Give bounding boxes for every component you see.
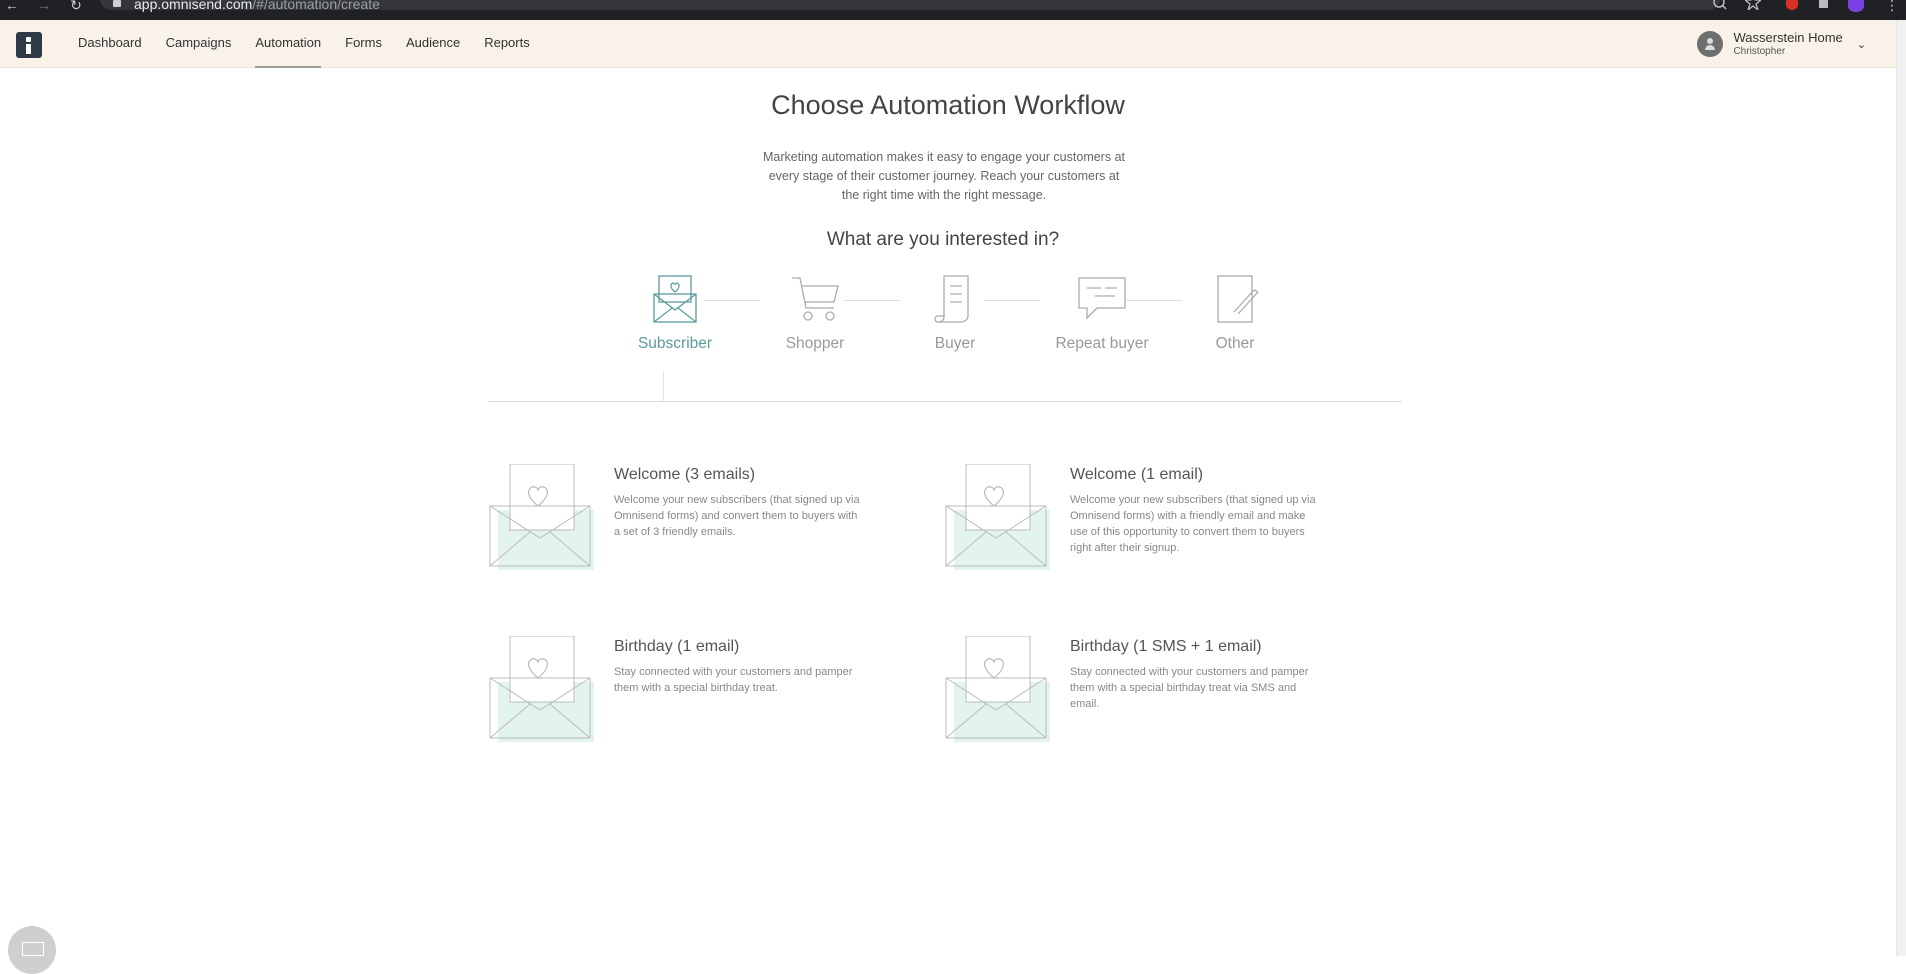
active-step-marker — [663, 372, 664, 401]
step-connector — [704, 300, 760, 301]
step-other[interactable]: Other — [1180, 272, 1290, 353]
note-pencil-icon — [1217, 275, 1259, 323]
cart-icon — [792, 277, 839, 321]
nav-forms[interactable]: Forms — [333, 20, 394, 68]
step-buyer[interactable]: Buyer — [900, 272, 1010, 353]
lock-icon — [113, 0, 121, 7]
avatar — [1697, 31, 1724, 57]
forward-icon[interactable]: → — [36, 0, 52, 14]
step-label: Other — [1215, 335, 1255, 352]
interest-question: What are you interested in? — [826, 229, 1060, 250]
step-label: Repeat buyer — [1055, 335, 1149, 352]
nav-reports[interactable]: Reports — [472, 20, 542, 68]
user-subname: Christopher — [1733, 45, 1786, 57]
workflow-title: Welcome (1 email) — [1070, 466, 1204, 483]
step-repeat-buyer[interactable]: Repeat buyer — [1040, 272, 1164, 353]
page-scrollbar[interactable] — [1896, 20, 1906, 956]
back-icon[interactable]: ← — [4, 0, 20, 14]
search-icon[interactable] — [1712, 0, 1728, 10]
envelope-heart-icon — [945, 636, 1050, 742]
receipt-icon — [934, 275, 969, 323]
workflow-title: Birthday (1 SMS + 1 email) — [1070, 638, 1262, 655]
step-connector — [844, 300, 900, 301]
workflow-description: Stay connected with your customers and p… — [614, 666, 853, 694]
main-nav: Dashboard Campaigns Automation Forms Aud… — [66, 20, 542, 68]
nav-automation[interactable]: Automation — [243, 20, 333, 68]
envelope-heart-icon — [653, 275, 697, 323]
envelope-heart-icon — [945, 464, 1050, 570]
chevron-down-icon: ⌄ — [1856, 38, 1866, 51]
workflow-description: Welcome your new subscribers (that signe… — [614, 494, 860, 538]
chat-icon — [1078, 277, 1126, 320]
step-label: Shopper — [785, 335, 845, 352]
step-connector — [1126, 300, 1182, 301]
workflow-description: Stay connected with your customers and p… — [1070, 666, 1309, 710]
nav-audience[interactable]: Audience — [394, 20, 472, 68]
star-icon[interactable] — [1745, 0, 1761, 10]
step-label: Buyer — [934, 335, 976, 352]
envelope-heart-icon — [489, 464, 594, 570]
extension-icon[interactable] — [1786, 0, 1798, 10]
support-chat-button[interactable] — [8, 926, 56, 974]
puzzle-icon[interactable] — [1816, 0, 1832, 10]
browser-toolbar: ← → ↻ app.omnisend.com/#/automation/crea… — [0, 0, 1906, 20]
section-divider — [488, 401, 1402, 402]
workflow-title: Birthday (1 email) — [614, 638, 740, 655]
nav-campaigns[interactable]: Campaigns — [154, 20, 244, 68]
workflow-card-welcome-3[interactable]: Welcome (3 emails) Welcome your new subs… — [488, 464, 908, 574]
envelope-heart-icon — [489, 636, 594, 742]
user-name: Wasserstein Home — [1733, 30, 1843, 46]
profile-icon[interactable] — [1848, 0, 1864, 12]
workflow-card-welcome-1[interactable]: Welcome (1 email) Welcome your new subsc… — [944, 464, 1364, 574]
step-label: Subscriber — [637, 335, 713, 352]
omnisend-logo[interactable] — [16, 32, 42, 58]
page-intro: Marketing automation makes it easy to en… — [763, 150, 1125, 202]
mail-icon — [22, 942, 44, 956]
workflow-title: Welcome (3 emails) — [614, 466, 756, 483]
user-menu[interactable]: Wasserstein Home Christopher ⌄ — [1697, 28, 1866, 60]
url-text[interactable]: app.omnisend.com/#/automation/create — [134, 0, 380, 12]
nav-dashboard[interactable]: Dashboard — [66, 20, 154, 68]
step-subscriber[interactable]: Subscriber — [620, 272, 730, 353]
interest-selector: Subscriber Shopper Buyer Repeat buyer Ot… — [620, 272, 1280, 352]
app-header: Dashboard Campaigns Automation Forms Aud… — [0, 20, 1896, 68]
workflow-card-birthday-sms-email[interactable]: Birthday (1 SMS + 1 email) Stay connecte… — [944, 636, 1364, 746]
workflow-card-birthday-email[interactable]: Birthday (1 email) Stay connected with y… — [488, 636, 908, 746]
menu-icon[interactable]: ⋮ — [1884, 0, 1900, 14]
page-title: Choose Automation Workflow — [771, 90, 1125, 120]
reload-icon[interactable]: ↻ — [68, 0, 84, 14]
workflow-description: Welcome your new subscribers (that signe… — [1070, 494, 1316, 554]
step-shopper[interactable]: Shopper — [760, 272, 870, 353]
step-connector — [984, 300, 1040, 301]
